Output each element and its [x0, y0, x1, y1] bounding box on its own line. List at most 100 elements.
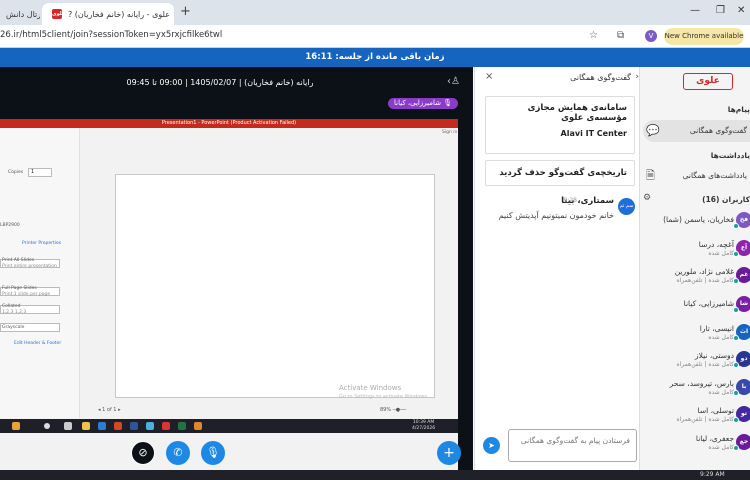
nav-public-chat[interactable]: گفت‌وگوی همگانی 💬	[643, 120, 750, 142]
welcome-card: سامانه‌ی همایش مجازی مؤسسه‌ی علوی Alavi …	[485, 96, 635, 154]
chat-message-input[interactable]	[508, 429, 637, 462]
store-icon	[146, 422, 154, 430]
user-name: انیسی، تارا	[699, 324, 734, 333]
user-list-toggle-icon[interactable]: ‹♙	[447, 76, 460, 87]
folder-icon	[82, 422, 90, 430]
presentation-area: رایانه (خانم فخاریان) | 1405/02/07 | 09:…	[0, 67, 473, 480]
page-current: 1	[102, 407, 106, 413]
os-taskbar: 9:29 AM	[0, 470, 750, 480]
tab-label: پرتال دانش	[6, 9, 40, 19]
user-name: دوستی، نیلاز	[694, 351, 734, 360]
app-icon	[12, 422, 20, 430]
grayscale: Grayscale	[2, 325, 25, 330]
full-page-desc: Print 1 slide per page	[2, 292, 51, 297]
print-all-slides: Print All Slides	[2, 258, 35, 263]
copies-input: 1	[28, 168, 52, 177]
search-icon	[44, 423, 50, 429]
user-status: کامل شده | تلفن‌همراه	[676, 361, 734, 368]
user-row[interactable]: آع آغچه، درسا کامل شده	[640, 240, 750, 268]
gear-icon[interactable]: ⚙	[643, 193, 651, 203]
new-tab-icon[interactable]: +	[180, 4, 191, 19]
user-row[interactable]: شا شامیرزایی، کیانا	[640, 296, 750, 324]
preview-zoom: 89% ─●──	[380, 407, 407, 413]
minimize-icon[interactable]: —	[690, 5, 700, 16]
browser-tab-strip: پرتال دانش × علوی علوی - رایانه (خانم فخ…	[0, 0, 750, 25]
mic-icon: 🎙	[206, 446, 220, 459]
shared-clock: 10:39 AM 4/27/2026	[412, 420, 435, 432]
user-row[interactable]: غم غلامی نژاد، ملورین کامل شده | تلفن‌همرا…	[640, 267, 750, 295]
extensions-icon[interactable]: ⧉	[617, 30, 624, 41]
preview-pager: ◂ 1 of 1 ▸	[98, 407, 121, 413]
printer-name: LBP2900	[0, 223, 20, 228]
close-icon[interactable]: ×	[485, 71, 493, 82]
user-name: غلامی نژاد، ملورین	[674, 267, 734, 276]
address-bar: 26.ir/html5client/join?sessionToken=yx5r…	[0, 25, 750, 48]
user-name: توسلی، اسا	[697, 406, 734, 415]
activate-windows-watermark: Activate Windows	[339, 384, 402, 392]
user-row[interactable]: دو دوستی، نیلاز کامل شده | تلفن‌همراه	[640, 351, 750, 379]
camera-off-icon: ⊘	[138, 446, 148, 459]
message-time: 9:28	[563, 197, 577, 204]
nav-shared-notes[interactable]: یادداشت‌های همگانی 🗎	[643, 165, 750, 187]
user-row[interactable]: فخ فخاریان، یاسمن (شما)	[640, 212, 750, 240]
close-window-icon[interactable]: ✕	[737, 5, 745, 16]
send-icon: ➤	[488, 441, 495, 450]
star-icon[interactable]: ☆	[589, 30, 598, 41]
screen: پرتال دانش × علوی علوی - رایانه (خانم فخ…	[0, 0, 750, 480]
tab-portal[interactable]: پرتال دانش ×	[0, 3, 40, 25]
messages-section-title: پیام‌ها	[727, 105, 750, 114]
screen-share: Presentation1 - PowerPoint (Product Acti…	[0, 119, 458, 480]
user-status: کامل شده	[708, 334, 734, 341]
mute-button[interactable]: 🎙	[201, 441, 225, 465]
print-settings-panel: Copies 1 LBP2900 Printer Properties Prin…	[0, 128, 80, 418]
print-all-slides-desc: Print entire presentation	[2, 264, 57, 269]
actions-button[interactable]: +	[437, 441, 461, 465]
plus-icon: +	[443, 445, 455, 461]
user-status: کامل شده	[708, 444, 734, 451]
audio-button[interactable]: ✆	[166, 441, 190, 465]
message-text: خانم خودمون نمیتونیم آپدیتش کنیم	[498, 211, 614, 220]
users-panel: علوی پیام‌ها گفت‌وگوی همگانی 💬 یادداشت‌ه…	[640, 67, 750, 480]
send-button[interactable]: ➤	[483, 437, 500, 454]
user-name: شامیرزایی، کیانا	[683, 299, 734, 308]
word-icon	[130, 422, 138, 430]
sign-in-link: Sign in	[442, 130, 458, 135]
notes-section-title: یادداشت‌ها	[710, 151, 750, 160]
welcome-line1: سامانه‌ی همایش مجازی	[527, 103, 627, 113]
user-name: جعفری، لیانا	[695, 434, 734, 443]
user-name: فخاریان، یاسمن (شما)	[663, 215, 734, 224]
shared-taskbar: 10:39 AM 4/27/2026	[0, 419, 458, 433]
alavi-logo: علوی	[683, 73, 733, 90]
avatar: سم ثم	[618, 198, 635, 215]
nav-label: گفت‌وگوی همگانی	[689, 126, 747, 135]
powerpoint-icon	[114, 422, 122, 430]
user-status: کامل شده | تلفن‌همراه	[676, 416, 734, 423]
excel-icon	[178, 422, 186, 430]
collated-desc: 1,2,3 1,2,3	[2, 310, 27, 315]
users-section-title: کاربران (16)	[702, 195, 750, 204]
user-row[interactable]: جع جعفری، لیانا کامل شده	[640, 434, 750, 462]
shared-clock-date: 4/27/2026	[412, 426, 436, 431]
restore-icon[interactable]: ❐	[716, 5, 725, 16]
tab-alavi[interactable]: علوی علوی - رایانه (خانم فخاریان) ? ×	[42, 3, 174, 25]
chevron-left-icon[interactable]: ‹	[635, 72, 639, 82]
url-input[interactable]: 26.ir/html5client/join?sessionToken=yx5r…	[0, 30, 222, 40]
user-status: کامل شده	[708, 389, 734, 396]
welcome-line2: مؤسسه‌ی علوی	[561, 113, 627, 123]
page-total: of 1	[106, 407, 117, 413]
user-row[interactable]: تو توسلی، اسا کامل شده | تلفن‌همراه	[640, 406, 750, 434]
user-row[interactable]: با بارس، تیروسد، سحر کامل شده	[640, 379, 750, 407]
edge-icon	[98, 422, 106, 430]
chat-cleared-notice: تاریخچه‌ی گفت‌وگو حذف گردید	[485, 160, 635, 186]
presenter-name: شامیرزایی، کیانا	[394, 99, 441, 107]
nav-label: یادداشت‌های همگانی	[682, 171, 747, 180]
user-row[interactable]: اث انیسی، تارا کامل شده	[640, 324, 750, 352]
user-status: کامل شده | تلفن‌همراه	[676, 277, 734, 284]
phone-icon: ✆	[173, 446, 183, 459]
tab-label: علوی - رایانه (خانم فخاریان) ?	[68, 9, 170, 19]
session-timer: زمان باقی مانده از جلسه: 16:11	[0, 48, 750, 67]
profile-avatar[interactable]: V	[645, 30, 657, 42]
user-status: کامل شده	[708, 250, 734, 257]
new-chrome-button[interactable]: New Chrome available	[664, 28, 744, 45]
video-off-button[interactable]: ⊘	[131, 441, 155, 465]
